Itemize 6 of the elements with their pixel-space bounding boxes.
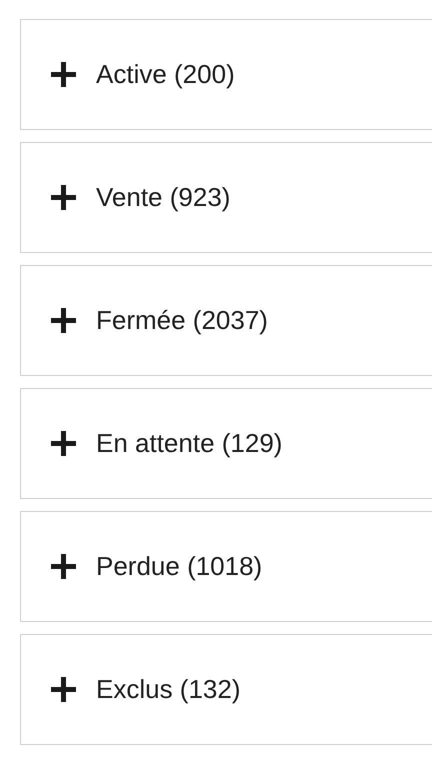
accordion-header[interactable]: Exclus (132) <box>20 634 432 745</box>
accordion-header[interactable]: Vente (923) <box>20 142 432 253</box>
accordion-header[interactable]: Fermée (2037) <box>20 265 432 376</box>
accordion-header[interactable]: Active (200) <box>20 19 432 130</box>
accordion-header[interactable]: Perdue (1018) <box>20 511 432 622</box>
accordion-header[interactable]: En attente (129) <box>20 388 432 499</box>
